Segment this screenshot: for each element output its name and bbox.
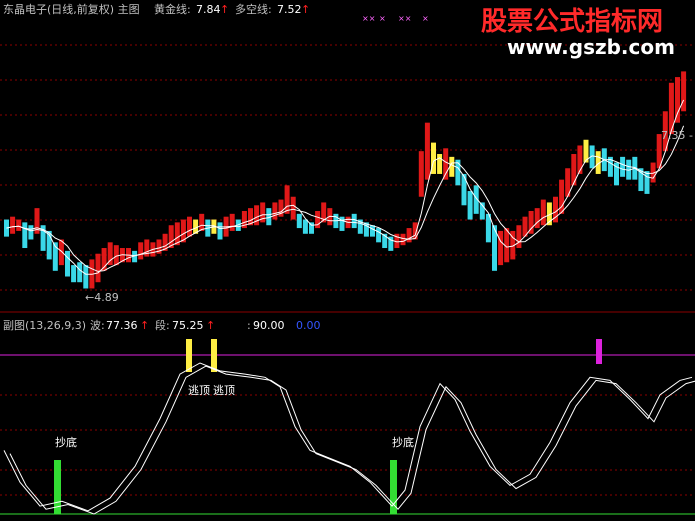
candle <box>644 171 650 194</box>
low-price-label: ←4.89 <box>85 291 119 304</box>
right-price-label: 7.35 - <box>661 129 693 142</box>
candle <box>412 222 418 240</box>
escape-top-label: 逃顶 <box>213 384 235 397</box>
candle <box>351 213 357 229</box>
golden-line-label: 黄金线: <box>154 2 191 16</box>
candle <box>10 216 16 234</box>
candle <box>534 208 540 229</box>
main-chart-title: 东晶电子(日线,前复权) 主图 <box>3 2 140 16</box>
watermark-title: 股票公式指标网 <box>481 7 663 37</box>
candle <box>217 222 223 240</box>
candle <box>540 199 546 226</box>
wave-line <box>3 362 693 512</box>
segment-label: 段: <box>155 318 170 332</box>
candle <box>83 265 89 289</box>
segment-value: 75.25 <box>172 319 204 332</box>
candle <box>199 213 205 231</box>
candle <box>455 159 461 186</box>
escape-top-bar <box>186 339 192 372</box>
candle <box>187 216 192 237</box>
candle <box>418 151 424 197</box>
watermark-url: www.gszb.com <box>507 35 675 59</box>
candle <box>516 225 522 249</box>
candle <box>370 225 375 237</box>
candle <box>229 213 235 231</box>
top-marker: ×× <box>362 14 375 23</box>
candle <box>16 219 22 231</box>
candle <box>620 156 626 177</box>
segment-line <box>9 365 695 515</box>
wave-label: 波: <box>90 319 105 332</box>
candle <box>681 71 687 112</box>
wave-value: 77.36 <box>106 319 138 332</box>
candle <box>77 262 83 283</box>
golden-line-value: 7.84 <box>196 3 221 16</box>
multi-line-arrow: ↑ <box>301 3 310 16</box>
candle <box>58 239 64 266</box>
top-marker: × <box>422 14 429 23</box>
magenta-signal-bar <box>596 339 602 364</box>
zero-value: 0.00 <box>296 319 321 332</box>
candle <box>424 122 430 180</box>
candle <box>315 210 321 229</box>
level-value: 90.00 <box>253 319 285 332</box>
top-marker: ×× <box>398 14 411 23</box>
candle <box>400 233 406 246</box>
candle <box>22 222 28 249</box>
candle <box>498 230 504 266</box>
candle <box>437 154 443 174</box>
segment-arrow: ↑ <box>206 319 215 332</box>
golden-line-arrow: ↑ <box>220 3 229 16</box>
level-label: : <box>247 319 251 332</box>
candlestick-series <box>4 71 687 289</box>
candle <box>467 191 473 220</box>
candle <box>272 202 278 220</box>
candle <box>95 253 101 283</box>
candle <box>675 77 680 123</box>
candle <box>461 173 467 206</box>
candle <box>138 242 144 260</box>
candle <box>284 185 290 214</box>
candle <box>65 250 70 277</box>
escape-top-bar <box>211 339 217 372</box>
escape-top-label: 逃顶 <box>188 384 210 397</box>
candle <box>290 196 296 220</box>
candle <box>113 245 119 266</box>
sub-chart-title: 副图(13,26,9,3) <box>3 319 86 332</box>
candle <box>28 225 34 240</box>
candle <box>296 213 302 229</box>
multi-line-label: 多空线: <box>235 2 272 16</box>
bottom-label: 抄底 <box>392 435 414 449</box>
wave-lines <box>3 362 695 515</box>
candle <box>571 154 577 186</box>
candle <box>406 228 412 243</box>
candle <box>302 219 308 234</box>
candle <box>376 228 382 243</box>
candle <box>71 265 77 283</box>
candle <box>443 148 449 180</box>
top-marker: × <box>379 14 386 23</box>
bottom-label: 抄底 <box>55 435 77 449</box>
wave-arrow: ↑ <box>140 319 149 332</box>
candle <box>309 222 314 234</box>
multi-line-value: 7.52 <box>277 3 302 16</box>
bottom-signal-bar <box>390 460 397 514</box>
stock-chart: 东晶电子(日线,前复权) 主图 黄金线: 7.84 ↑ 多空线: 7.52 ↑ … <box>0 2 695 515</box>
